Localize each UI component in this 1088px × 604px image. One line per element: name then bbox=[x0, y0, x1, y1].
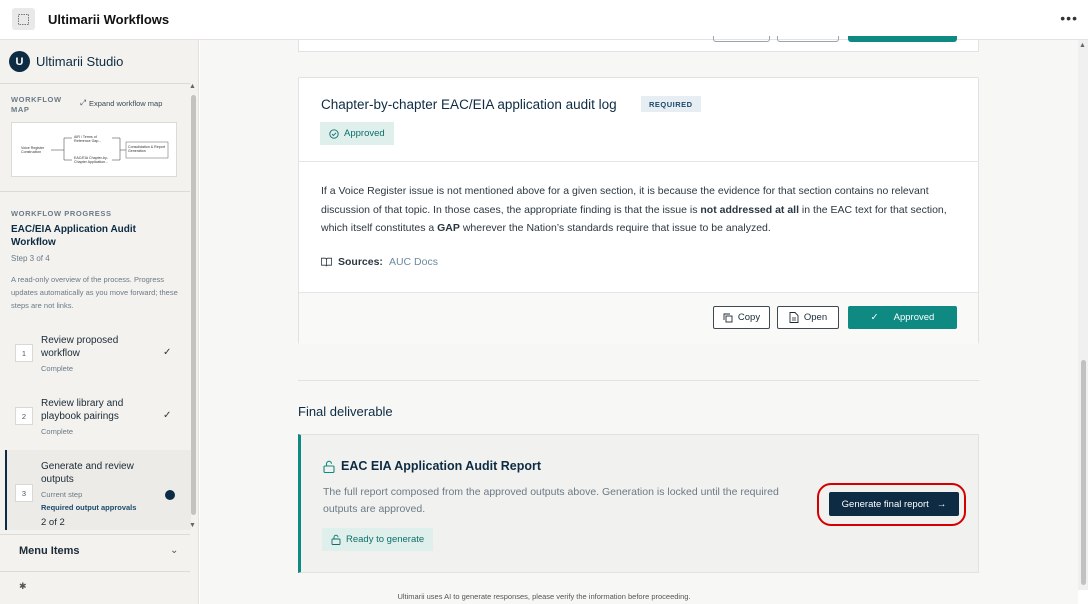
map-node: AIR / Terms of Reference Gap... bbox=[74, 135, 102, 143]
open-label: Open bbox=[803, 312, 828, 323]
approved-status-badge: Approved bbox=[320, 122, 394, 145]
approved-label: Approved bbox=[893, 312, 935, 323]
divider bbox=[0, 191, 190, 192]
final-deliverable-heading: Final deliverable bbox=[298, 404, 393, 419]
copy-button[interactable]: Copy bbox=[713, 306, 770, 329]
step-number: 3 bbox=[15, 484, 33, 502]
step-status: Complete bbox=[41, 427, 74, 436]
main-scrollbar[interactable]: ▲ bbox=[1078, 40, 1088, 590]
body-text: wherever the Nation’s standards require … bbox=[459, 222, 771, 234]
expand-workflow-map-link[interactable]: ⤢ Expand workflow map bbox=[80, 98, 162, 108]
approved-button[interactable]: ✓ Approved bbox=[848, 306, 957, 329]
body-emphasis: not addressed at all bbox=[700, 203, 800, 216]
step-title: Review proposed workflow bbox=[41, 335, 119, 359]
app-title: Ultimarii Workflows bbox=[48, 12, 170, 27]
progress-step-2: 2 Review library and playbook pairings C… bbox=[0, 393, 188, 443]
map-node: Consolidation & Report Generation bbox=[128, 145, 165, 153]
sources-link[interactable]: AUC Docs bbox=[389, 256, 438, 268]
card-title: Chapter-by-chapter EAC/EIA application a… bbox=[321, 97, 617, 112]
required-badge: REQUIRED bbox=[641, 96, 701, 112]
divider bbox=[299, 161, 978, 162]
copy-icon bbox=[723, 313, 733, 322]
previous-card-footer bbox=[298, 36, 979, 52]
highlight-annotation bbox=[817, 483, 966, 526]
divider bbox=[0, 83, 190, 84]
workflow-description: A read-only overview of the process. Pro… bbox=[11, 275, 178, 310]
progress-step-3: 3 Generate and review outputs Current st… bbox=[5, 450, 191, 530]
main-scroll-thumb[interactable] bbox=[1081, 360, 1086, 585]
workflow-title: EAC/EIA Application Audit Workflow bbox=[11, 224, 136, 248]
workflow-progress-label: WORKFLOW PROGRESS bbox=[11, 209, 112, 218]
step-number: 1 bbox=[15, 344, 33, 362]
card-footer: Copy Open ✓ Approved bbox=[299, 293, 978, 344]
unlock-icon bbox=[331, 534, 341, 545]
open-button[interactable] bbox=[777, 36, 839, 42]
divider bbox=[0, 534, 190, 535]
sources-label: Sources: bbox=[338, 256, 383, 268]
unlock-icon bbox=[323, 460, 335, 473]
divider bbox=[0, 571, 190, 572]
step-title: Generate and review outputs bbox=[41, 461, 134, 485]
brand[interactable]: U Ultimarii Studio bbox=[9, 51, 123, 72]
expand-icon: ⤢ bbox=[80, 98, 86, 107]
step-requirement: Required output approvals bbox=[41, 503, 137, 512]
expand-workflow-map-label: Expand workflow map bbox=[89, 98, 163, 108]
workflow-map-label: WORKFLOW MAP bbox=[11, 95, 62, 114]
step-status: Complete bbox=[41, 364, 74, 373]
deliverable-description: The full report composed from the approv… bbox=[323, 486, 779, 515]
map-node: Voice Register Construction bbox=[21, 146, 45, 154]
approved-button[interactable] bbox=[848, 36, 957, 42]
step-status: Current step bbox=[41, 490, 83, 499]
ready-status-label: Ready to generate bbox=[346, 534, 425, 545]
step-title: Review library and playbook pairings bbox=[41, 398, 124, 422]
document-icon bbox=[789, 312, 799, 323]
sources: Sources: AUC Docs bbox=[321, 256, 438, 268]
progress-step-1: 1 Review proposed workflow Complete ✓ bbox=[0, 330, 188, 380]
scroll-up-icon[interactable]: ▲ bbox=[189, 83, 196, 90]
sidebar-toggle-icon[interactable] bbox=[12, 8, 35, 30]
deliverable-title-row: EAC EIA Application Audit Report bbox=[323, 459, 541, 473]
approved-status-label: Approved bbox=[344, 128, 385, 139]
card-body-text: If a Voice Register issue is not mention… bbox=[321, 182, 961, 238]
ready-status-badge: Ready to generate bbox=[322, 528, 434, 551]
brand-name: Ultimarii Studio bbox=[36, 54, 124, 69]
map-node: EAC/EIA Chapter-by-Chapter Application..… bbox=[74, 156, 109, 164]
top-bar: Ultimarii Workflows ••• bbox=[0, 0, 1088, 40]
checkmark-icon: ✓ bbox=[870, 312, 879, 323]
book-icon bbox=[321, 257, 332, 267]
step-requirement-count: 2 of 2 bbox=[41, 517, 65, 528]
settings-icon[interactable]: ✱ bbox=[19, 581, 27, 592]
more-options-icon[interactable]: ••• bbox=[1060, 10, 1078, 26]
scroll-down-icon[interactable]: ▼ bbox=[189, 522, 196, 529]
ai-disclaimer: Ultimarii uses AI to generate responses,… bbox=[397, 592, 691, 601]
copy-button[interactable] bbox=[713, 36, 770, 42]
checkmark-icon: ✓ bbox=[163, 410, 172, 421]
open-button[interactable]: Open bbox=[777, 306, 839, 329]
sidebar: U Ultimarii Studio WORKFLOW MAP ⤢ Expand… bbox=[0, 40, 199, 604]
brand-logo-icon: U bbox=[9, 51, 30, 72]
deliverable-title: EAC EIA Application Audit Report bbox=[341, 459, 541, 473]
chevron-down-icon[interactable]: ⌄ bbox=[170, 545, 178, 556]
scroll-up-icon[interactable]: ▲ bbox=[1079, 42, 1086, 49]
body-emphasis: GAP bbox=[437, 222, 460, 234]
step-counter: Step 3 of 4 bbox=[11, 254, 50, 263]
menu-items-toggle[interactable]: Menu Items bbox=[19, 545, 80, 557]
checkmark-icon: ✓ bbox=[163, 347, 172, 358]
step-number: 2 bbox=[15, 407, 33, 425]
copy-label: Copy bbox=[737, 312, 761, 323]
output-card: Chapter-by-chapter EAC/EIA application a… bbox=[298, 77, 979, 344]
current-step-indicator-icon bbox=[165, 490, 175, 500]
section-divider bbox=[298, 380, 979, 381]
sidebar-scroll-thumb[interactable] bbox=[191, 95, 196, 515]
check-circle-icon bbox=[329, 128, 339, 139]
sidebar-scrollbar[interactable]: ▲ ▼ bbox=[189, 83, 197, 530]
workflow-map-thumbnail[interactable]: Voice Register Construction AIR / Terms … bbox=[11, 122, 177, 177]
